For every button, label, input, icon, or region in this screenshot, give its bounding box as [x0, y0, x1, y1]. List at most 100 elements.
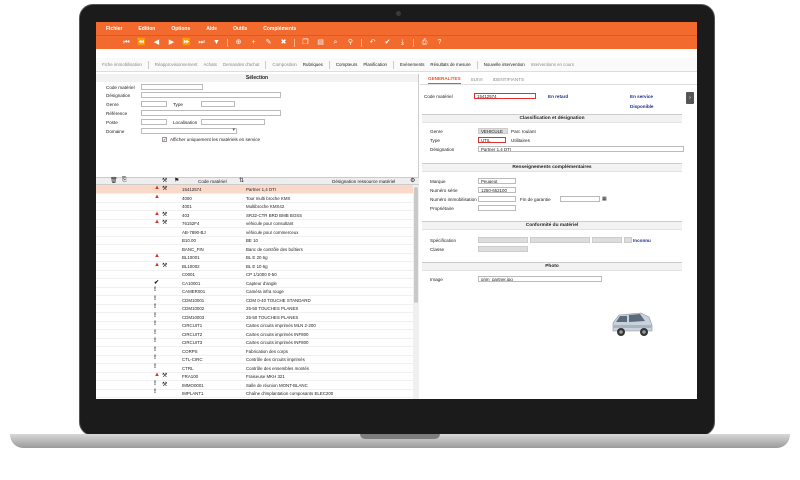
tab-identifiants[interactable]: IDENTIFIANTS	[493, 77, 524, 84]
table-row[interactable]: ! IMPLANT1 Chaîne d'implantation composant…	[96, 389, 413, 398]
help-icon[interactable]: ?	[435, 36, 444, 50]
warning-status-icon: !	[154, 363, 156, 370]
localisation-input[interactable]	[201, 119, 265, 125]
grid-header: 🗑 ⎘ ⚒ ⚑ Code matériel ⇅ Désignation ress…	[96, 177, 419, 185]
edit-icon[interactable]: ✎	[264, 36, 273, 50]
prev-icon[interactable]: ◀	[152, 36, 161, 50]
menu-options[interactable]: Options	[171, 26, 190, 32]
cell-designation: Cartes circuits imprimés INF800	[246, 340, 309, 345]
sort-icon[interactable]: ⇅	[239, 177, 244, 184]
warning-status-icon: !	[154, 304, 156, 310]
genre-input[interactable]	[141, 101, 167, 107]
reference-input[interactable]	[141, 110, 281, 116]
search-icon[interactable]: ⌕	[331, 36, 340, 50]
action-bar: Fiche immobilisation Réapprovisionnement…	[96, 58, 697, 72]
cell-code: 15412574	[182, 187, 202, 192]
grid-settings-icon[interactable]: ⚙	[410, 177, 415, 184]
marque-input[interactable]: Peugeot	[478, 178, 516, 184]
tab-suivi[interactable]: SUIVI	[471, 77, 483, 84]
check-status-icon: ✔	[154, 279, 160, 286]
cell-designation: BE 10	[246, 238, 258, 243]
filter-icon[interactable]: ▼	[212, 36, 221, 50]
save-icon[interactable]: ⤓	[398, 36, 407, 50]
nav-rubriques[interactable]: Rubriques	[303, 62, 323, 67]
poste-label: Poste	[106, 120, 118, 125]
domaine-select[interactable]	[141, 127, 237, 134]
print-icon[interactable]: ⎙	[420, 36, 429, 50]
nav-interventions-en-cours[interactable]: Interventions en cours	[531, 62, 574, 67]
delete-column-icon[interactable]: 🗑	[110, 177, 118, 184]
warning-status-icon: !	[154, 346, 156, 353]
classe-label: Classe	[430, 247, 445, 252]
grid-scrollbar[interactable]	[413, 185, 419, 399]
nav-fiche-immobilisation[interactable]: Fiche immobilisation	[102, 62, 142, 67]
nav-composition[interactable]: Composition	[272, 62, 296, 67]
type-detail-input[interactable]: UTIL	[478, 137, 506, 143]
paste-icon[interactable]: ▤	[316, 36, 325, 50]
attach-column-icon[interactable]: ⎘	[122, 177, 127, 184]
cell-code: CORPS	[182, 348, 198, 354]
flag-column-icon: ⚑	[174, 178, 180, 184]
in-service-checkbox[interactable]: ✔	[162, 137, 167, 142]
menu-edition[interactable]: Edition	[138, 26, 155, 32]
nav-achats[interactable]: Achats	[204, 62, 217, 67]
search-advanced-icon[interactable]: ⚲	[346, 36, 355, 50]
undo-icon[interactable]: ↶	[368, 36, 377, 50]
immo-input[interactable]	[478, 196, 516, 202]
proprio-input[interactable]	[478, 205, 516, 211]
code-label: Code matériel	[106, 85, 135, 90]
cell-designation: Chaîne d'implantation composants ELEC200	[246, 391, 334, 396]
calendar-icon[interactable]: ▦	[602, 196, 607, 202]
first-icon[interactable]: ⏮	[122, 36, 131, 50]
spec-label: Spécification	[430, 238, 457, 243]
selection-title: Sélection	[96, 74, 418, 82]
spec-input-3[interactable]	[592, 237, 622, 243]
cell-code: CIRCUIT2	[182, 331, 203, 337]
delete-icon[interactable]: ✖	[279, 36, 288, 50]
add-row-icon[interactable]: ⊕	[234, 36, 243, 50]
detail-code-input[interactable]: 15412574	[474, 93, 536, 99]
cell-code: CA10001	[182, 280, 201, 286]
tab-generalites[interactable]: GENERALITES	[428, 76, 461, 84]
type-input[interactable]	[201, 101, 235, 107]
image-input[interactable]: gnm_partner.jpg	[478, 276, 602, 282]
designation-detail-input[interactable]: Partner 1,4 DTI	[478, 146, 684, 152]
grid-header-code[interactable]: Code matériel	[198, 179, 227, 184]
nav-compteurs[interactable]: Compteurs	[336, 62, 357, 67]
spec-input-2[interactable]	[530, 237, 590, 243]
marque-label: Marque	[430, 179, 446, 184]
code-input[interactable]	[141, 84, 203, 90]
nav-evenements[interactable]: Evènements	[400, 62, 424, 67]
menu-aide[interactable]: Aide	[206, 26, 217, 32]
menu-complements[interactable]: Compléments	[263, 26, 296, 32]
nav-resultats-mesure[interactable]: Résultats de mesure	[430, 62, 470, 67]
prev-page-icon[interactable]: ⏪	[137, 36, 146, 50]
cell-code: 4000	[182, 195, 192, 201]
next-page-icon[interactable]: ⏩	[182, 36, 191, 50]
spec-input-1[interactable]	[478, 237, 528, 243]
menu-fichier[interactable]: Fichier	[106, 26, 122, 32]
garantie-input[interactable]	[560, 196, 600, 202]
last-icon[interactable]: ⏭	[197, 36, 206, 50]
check-icon[interactable]: ✔	[383, 36, 392, 50]
poste-input[interactable]	[141, 119, 167, 125]
nav-nouvelle-intervention[interactable]: Nouvelle intervention	[484, 62, 525, 67]
nav-reapprovisionnement[interactable]: Réapprovisionnement	[155, 62, 198, 67]
cell-code: CDM10003	[182, 314, 205, 320]
grid-scrollbar-thumb[interactable]	[414, 187, 418, 303]
serie-input[interactable]: 1250-652100	[478, 187, 516, 193]
collapse-panel-button[interactable]: ›	[686, 92, 694, 104]
nav-demandes-achat[interactable]: Demandes d'achat	[223, 62, 259, 67]
spec-input-4[interactable]	[624, 237, 632, 243]
plus-icon[interactable]: +	[249, 36, 258, 50]
tool-column-icon: ⚒	[162, 178, 168, 184]
grid-header-designation[interactable]: Désignation ressource matériel	[332, 179, 395, 184]
classe-input[interactable]	[478, 246, 528, 252]
next-icon[interactable]: ▶	[167, 36, 176, 50]
nav-planification[interactable]: Planification	[363, 62, 387, 67]
designation-input[interactable]	[141, 92, 281, 98]
copy-icon[interactable]: ❐	[301, 36, 310, 50]
cell-code: CTL-CIRC	[182, 357, 203, 362]
menu-outils[interactable]: Outils	[233, 26, 247, 32]
genre-detail-input[interactable]: VEHICULE	[478, 128, 508, 134]
